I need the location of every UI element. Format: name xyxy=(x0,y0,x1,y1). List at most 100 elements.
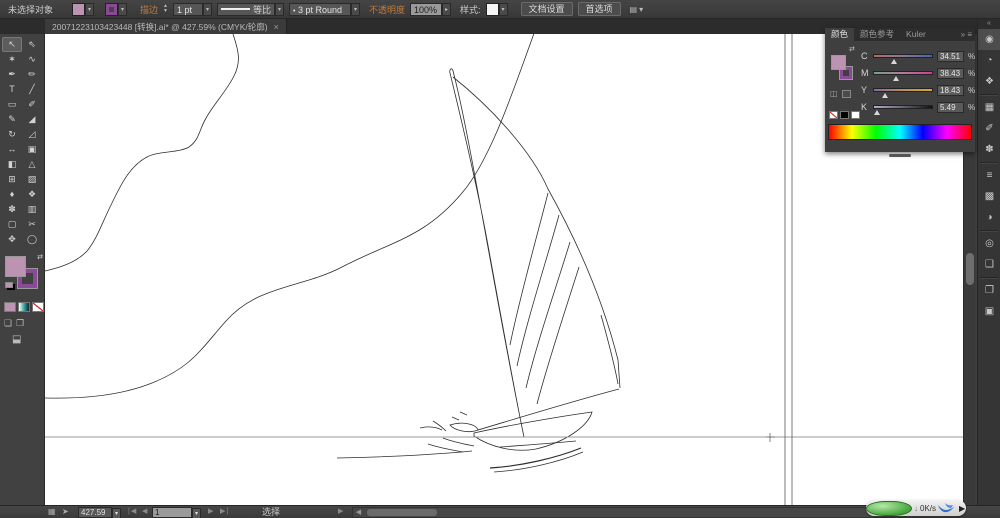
next-artboard-button[interactable]: ▶ xyxy=(208,506,214,518)
color-mode-button[interactable] xyxy=(4,302,16,312)
pencil-tool[interactable]: ✎ xyxy=(2,112,22,127)
line-tool[interactable]: ╱ xyxy=(22,82,42,97)
color-guide-icon[interactable]: ❖ xyxy=(978,71,1000,92)
selection-tool[interactable]: ↖ xyxy=(2,37,22,52)
style-dropdown[interactable]: ▾ xyxy=(498,2,508,16)
swap-fill-stroke-icon[interactable]: ⇄ xyxy=(37,253,43,261)
type-tool[interactable]: T xyxy=(2,82,22,97)
opacity-dropdown[interactable]: ▸ xyxy=(442,2,451,16)
black-value-field[interactable]: 5.49 xyxy=(937,101,964,113)
brush-dropdown[interactable]: ▾ xyxy=(350,2,360,16)
panel-resize-grip[interactable] xyxy=(889,154,911,157)
none-mode-button[interactable] xyxy=(32,302,44,312)
layers-icon[interactable]: ❐ xyxy=(978,280,1000,301)
screen-mode-icon[interactable]: ⬓ xyxy=(12,334,21,345)
lasso-tool[interactable]: ∿ xyxy=(22,52,42,67)
dock-collapse-icon[interactable]: « xyxy=(978,19,1000,29)
direct-selection-tool[interactable]: ⇖ xyxy=(22,37,42,52)
blend-tool[interactable]: ❖ xyxy=(22,187,42,202)
yellow-value-field[interactable]: 18.43 xyxy=(937,84,964,96)
zoom-combo[interactable]: 427.59 ▾ xyxy=(78,506,121,518)
paintbrush-tool[interactable]: ✐ xyxy=(22,97,42,112)
transparency-icon[interactable]: ◑ xyxy=(978,207,1000,228)
last-artboard-button[interactable]: ▶| xyxy=(220,506,229,518)
shape-builder-tool[interactable]: ◧ xyxy=(2,157,22,172)
tab-color-guide[interactable]: 颜色参考 xyxy=(854,28,900,41)
black-swatch[interactable] xyxy=(840,111,849,119)
document-tab[interactable]: 20071223103423448 [转换].ai* @ 427.59% (CM… xyxy=(45,19,287,34)
stroke-weight-stepper[interactable]: ▲ ▼ xyxy=(163,4,168,14)
panel-fill-swatch[interactable] xyxy=(831,55,846,70)
artboards-icon[interactable]: ▣ xyxy=(978,301,1000,322)
swap-fill-stroke-icon[interactable]: ⇄ xyxy=(849,45,855,53)
slice-tool[interactable]: ✂ xyxy=(22,217,42,232)
default-colors-icon[interactable] xyxy=(5,282,13,288)
canvas-grid-icon[interactable]: ▦ xyxy=(48,506,56,518)
opacity-field[interactable]: 100% xyxy=(410,2,442,16)
control-bar-menu-icon[interactable]: ▤ xyxy=(630,5,638,14)
magenta-slider[interactable] xyxy=(873,71,933,81)
eyedropper-tool[interactable]: ♦ xyxy=(2,187,22,202)
yellow-slider[interactable] xyxy=(873,88,933,98)
rectangle-tool[interactable]: ▭ xyxy=(2,97,22,112)
vertical-scrollbar-thumb[interactable] xyxy=(966,253,974,285)
preferences-button[interactable]: 首选项 xyxy=(577,2,621,16)
artboard-tool[interactable]: ▢ xyxy=(2,217,22,232)
zoom-field[interactable]: 427.59 xyxy=(78,507,112,518)
symbol-sprayer-tool[interactable]: ✽ xyxy=(2,202,22,217)
magenta-value-field[interactable]: 38.43 xyxy=(937,67,964,79)
zoom-tool[interactable]: ◯ xyxy=(22,232,42,247)
graph-tool[interactable]: ▥ xyxy=(22,202,42,217)
draw-mode-icon-1[interactable]: ❏ xyxy=(4,318,12,329)
color-spectrum-ramp[interactable] xyxy=(828,124,972,140)
expand-arrow-icon[interactable]: ▶ xyxy=(959,504,965,513)
flattener-preview-icon[interactable]: ◔ xyxy=(978,50,1000,71)
cyan-slider[interactable] xyxy=(873,54,933,64)
black-slider-thumb[interactable] xyxy=(874,110,881,115)
panel-menu-icon[interactable]: ≡ xyxy=(967,30,972,39)
cyan-value-field[interactable]: 34.51 xyxy=(937,50,964,62)
status-popup-arrow[interactable]: ▶ xyxy=(338,506,344,518)
pen-tool[interactable]: ✒ xyxy=(2,67,22,82)
color-panel-icon[interactable]: ◉ xyxy=(978,29,1000,50)
draw-mode-icon-2[interactable]: ❐ xyxy=(16,318,24,329)
stroke-weight-field[interactable]: 1 pt xyxy=(172,2,203,16)
control-bar-menu-dropdown[interactable]: ▾ xyxy=(639,5,643,14)
screenshot-tool-button[interactable] xyxy=(866,500,912,516)
magic-wand-tool[interactable]: ✶ xyxy=(2,52,22,67)
fill-color-swatch[interactable] xyxy=(72,2,86,16)
gradient-mode-button[interactable] xyxy=(18,302,30,312)
graphic-styles-icon[interactable]: ❑ xyxy=(978,254,1000,275)
net-speed-overlay[interactable]: ↓ 0K/s ▶ xyxy=(866,500,966,516)
white-swatch[interactable] xyxy=(851,111,860,119)
yellow-slider-thumb[interactable] xyxy=(881,93,888,98)
document-setup-button[interactable]: 文档设置 xyxy=(520,2,573,16)
variable-width-profile-select[interactable]: 等比 xyxy=(216,2,275,16)
profile-dropdown[interactable]: ▾ xyxy=(274,2,284,16)
artboard-dropdown[interactable]: ▾ xyxy=(192,508,201,518)
panel-collapse-icon[interactable]: » xyxy=(961,30,965,39)
rotate-tool[interactable]: ↻ xyxy=(2,127,22,142)
cyan-slider-thumb[interactable] xyxy=(891,59,898,64)
prev-artboard-button[interactable]: ◀ xyxy=(142,506,148,518)
stroke-color-swatch[interactable] xyxy=(105,2,119,16)
stroke-panel-link[interactable]: 描边 xyxy=(140,3,158,16)
artboard-nav-combo[interactable]: 1 ▾ xyxy=(152,506,201,518)
mesh-tool[interactable]: ⊞ xyxy=(2,172,22,187)
grayscale-toggle-icon[interactable]: ◫ xyxy=(830,89,838,98)
none-swatch[interactable] xyxy=(829,111,838,119)
width-tool[interactable]: ↔ xyxy=(2,142,22,157)
arrange-icon[interactable]: ➤ xyxy=(62,506,69,518)
fill-color-dropdown[interactable]: ▾ xyxy=(85,2,95,16)
symbols-icon[interactable]: ✽ xyxy=(978,139,1000,160)
stroke-weight-dropdown[interactable]: ▾ xyxy=(202,2,212,16)
eraser-tool[interactable]: ◢ xyxy=(22,112,42,127)
artboard-number-field[interactable]: 1 xyxy=(152,507,192,518)
appearance-icon[interactable]: ◎ xyxy=(978,233,1000,254)
first-artboard-button[interactable]: |◀ xyxy=(128,506,137,518)
perspective-grid-tool[interactable]: △ xyxy=(22,157,42,172)
magenta-slider-thumb[interactable] xyxy=(893,76,900,81)
zoom-dropdown[interactable]: ▾ xyxy=(112,508,121,518)
gradient-tool[interactable]: ▨ xyxy=(22,172,42,187)
stepper-down-icon[interactable]: ▼ xyxy=(163,9,168,14)
